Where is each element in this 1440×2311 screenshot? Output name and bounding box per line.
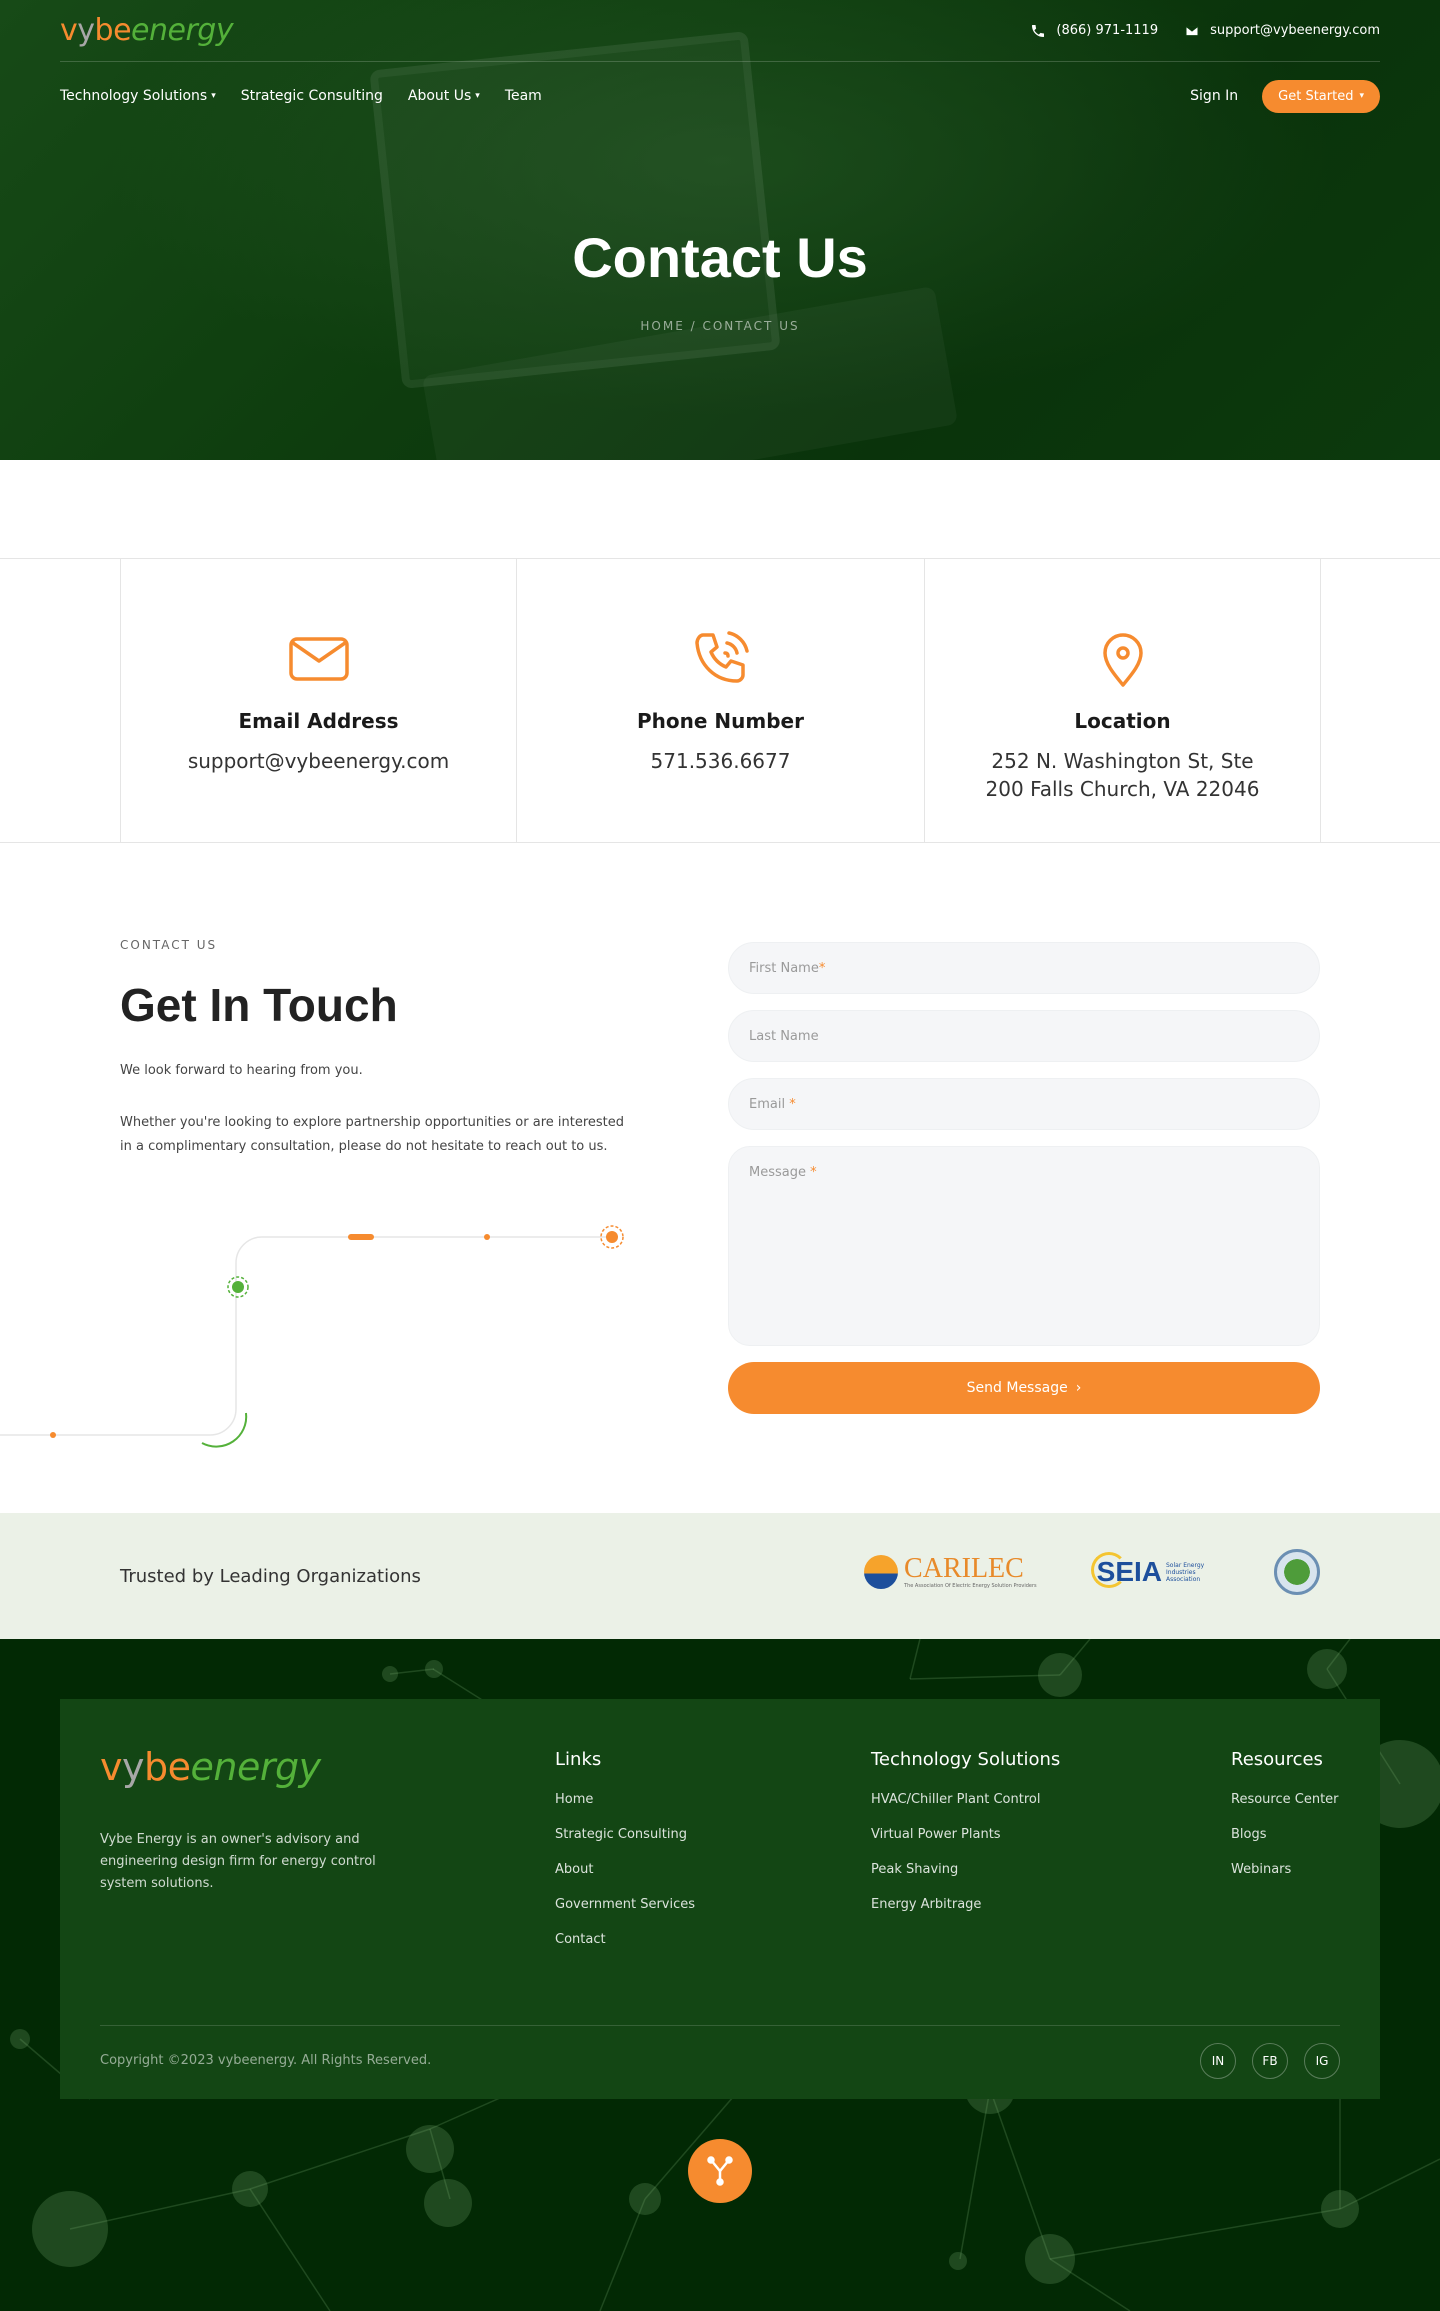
organization-seal-logo — [1274, 1549, 1320, 1595]
footer-divider — [100, 2025, 1340, 2026]
email-card: Email Address support@vybeenergy.com — [121, 559, 517, 842]
chevron-down-icon: ▾ — [211, 91, 216, 101]
nav-about-us[interactable]: About Us ▾ — [408, 88, 480, 104]
chevron-down-icon: ▾ — [475, 91, 480, 101]
footer-link-hvac[interactable]: HVAC/Chiller Plant Control — [871, 1792, 1060, 1807]
trusted-by-section: Trusted by Leading Organizations CARILEC… — [0, 1513, 1440, 1639]
phone-icon — [694, 631, 749, 683]
chevron-right-icon: › — [1075, 1380, 1082, 1396]
hero-section: v y be energy (866) 971-1119 support@vybeen… — [0, 0, 1440, 460]
last-name-field[interactable]: Last Name — [728, 1010, 1320, 1062]
contact-info-section: Email Address support@vybeenergy.com Pho… — [0, 558, 1440, 843]
logo[interactable]: v y be energy — [60, 13, 234, 48]
footer-link-blogs[interactable]: Blogs — [1231, 1827, 1339, 1842]
first-name-field[interactable]: First Name * — [728, 942, 1320, 994]
get-started-button[interactable]: Get Started ▾ — [1262, 79, 1380, 113]
main-nav: Technology Solutions ▾ Strategic Consulti… — [60, 78, 1380, 114]
instagram-button[interactable]: IG — [1304, 2043, 1340, 2079]
section-title: Get In Touch — [120, 979, 398, 1031]
footer-tech-column: Technology Solutions HVAC/Chiller Plant … — [871, 1749, 1060, 1932]
column-heading: Technology Solutions — [871, 1749, 1061, 1770]
nav-strategic-consulting[interactable]: Strategic Consulting — [241, 88, 383, 104]
carilec-logo: CARILEC The Association Of Electric Energ… — [864, 1555, 1037, 1589]
decorative-circuit-line — [0, 1225, 624, 1448]
footer-logo[interactable]: v y be energy — [100, 1745, 321, 1789]
phone-value[interactable]: 571.536.6677 — [651, 747, 791, 775]
brand-chat-button[interactable] — [688, 2139, 752, 2203]
copyright: Copyright ©2023 vybeenergy. All Rights R… — [100, 2053, 432, 2068]
trusted-label: Trusted by Leading Organizations — [120, 1566, 421, 1587]
footer-link-peak-shaving[interactable]: Peak Shaving — [871, 1862, 1060, 1877]
location-value: 252 N. Washington St, Ste 200 Falls Churc… — [985, 749, 1260, 801]
footer-link-strategic-consulting[interactable]: Strategic Consulting — [555, 1827, 695, 1842]
top-bar: v y be energy (866) 971-1119 support@vybeen… — [60, 0, 1380, 62]
card-title: Phone Number — [637, 709, 804, 733]
footer: v y be energy Vybe Energy is an owner's adv… — [0, 1639, 1440, 2311]
vybe-icon — [707, 2156, 733, 2186]
footer-link-contact[interactable]: Contact — [555, 1932, 695, 1947]
footer-link-government-services[interactable]: Government Services — [555, 1897, 695, 1912]
chevron-down-icon: ▾ — [1359, 91, 1364, 101]
top-email[interactable]: support@vybeenergy.com — [1184, 23, 1380, 39]
page-title: Contact Us — [572, 226, 868, 289]
column-heading: Resources — [1231, 1749, 1323, 1770]
footer-resources-column: Resources Resource Center Blogs Webinars — [1231, 1749, 1339, 1897]
email-value[interactable]: support@vybeenergy.com — [188, 747, 449, 775]
footer-description: Vybe Energy is an owner's advisory and e… — [100, 1832, 376, 1891]
top-email-text: support@vybeenergy.com — [1210, 23, 1380, 38]
footer-link-energy-arbitrage[interactable]: Energy Arbitrage — [871, 1897, 1060, 1912]
footer-link-resource-center[interactable]: Resource Center — [1231, 1792, 1339, 1807]
footer-link-about[interactable]: About — [555, 1862, 695, 1877]
nav-team[interactable]: Team — [505, 88, 542, 104]
card-title: Location — [1074, 709, 1171, 733]
top-phone-text: (866) 971-1119 — [1056, 23, 1159, 38]
seia-logo: SEIA Solar Energy Industries Association — [1090, 1552, 1214, 1588]
contact-form: First Name * Last Name Email * Message * … — [728, 942, 1320, 1414]
send-message-button[interactable]: Send Message › — [728, 1362, 1320, 1414]
footer-card: v y be energy Vybe Energy is an owner's adv… — [60, 1699, 1380, 2099]
intro-text: We look forward to hearing from you. — [120, 1063, 363, 1078]
footer-link-home[interactable]: Home — [555, 1792, 695, 1807]
footer-links-column: Links Home Strategic Consulting About Go… — [555, 1749, 695, 1967]
email-field[interactable]: Email * — [728, 1078, 1320, 1130]
card-title: Email Address — [238, 709, 399, 733]
mail-icon — [288, 637, 349, 681]
section-eyebrow: CONTACT US — [120, 938, 218, 952]
get-in-touch-section: CONTACT US Get In Touch We look forward … — [0, 843, 1440, 1513]
phone-icon — [1032, 24, 1045, 37]
sign-in-link[interactable]: Sign In — [1190, 88, 1238, 104]
facebook-button[interactable]: FB — [1252, 2043, 1288, 2079]
footer-link-vpp[interactable]: Virtual Power Plants — [871, 1827, 1060, 1842]
breadcrumb: HOME / CONTACT US — [640, 319, 800, 333]
nav-technology-solutions[interactable]: Technology Solutions ▾ — [60, 88, 216, 104]
message-field[interactable]: Message * — [728, 1146, 1320, 1346]
phone-card: Phone Number 571.536.6677 — [517, 559, 925, 842]
location-card: Location 252 N. Washington St, Ste 200 Fa… — [925, 559, 1321, 842]
top-phone[interactable]: (866) 971-1119 — [1030, 23, 1158, 39]
location-pin-icon — [1102, 633, 1143, 687]
linkedin-button[interactable]: IN — [1200, 2043, 1236, 2079]
footer-link-webinars[interactable]: Webinars — [1231, 1862, 1339, 1877]
body-text: Whether you're looking to explore partne… — [120, 1115, 625, 1154]
envelope-icon — [1185, 25, 1199, 36]
column-heading: Links — [555, 1749, 602, 1770]
